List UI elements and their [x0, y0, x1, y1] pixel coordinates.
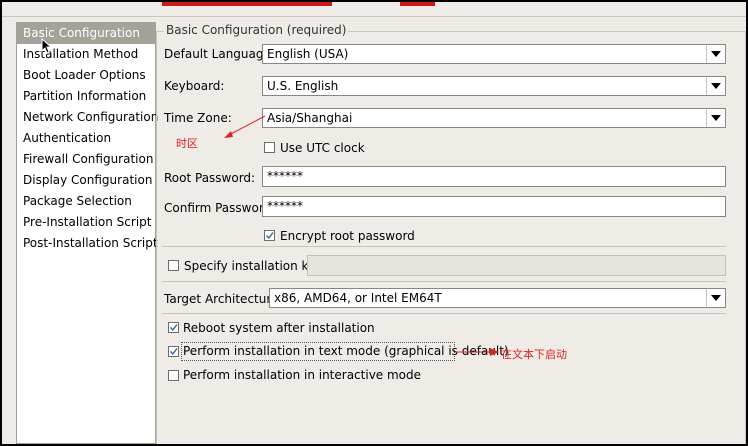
time-zone-value: Asia/Shanghai — [267, 111, 353, 125]
sidebar-item-authentication[interactable]: Authentication — [17, 128, 155, 149]
chevron-down-icon[interactable] — [706, 77, 725, 95]
specify-installation-key-checkbox[interactable] — [168, 260, 179, 271]
interactive-mode-label: Perform installation in interactive mode — [183, 368, 422, 382]
annotation-arrow-icon — [224, 115, 266, 138]
sidebar-item-boot-loader-options[interactable]: Boot Loader Options — [17, 65, 155, 86]
sidebar-item-partition-information[interactable]: Partition Information — [17, 86, 155, 107]
target-architecture-label: Target Architecture: — [164, 292, 283, 306]
sidebar-item-installation-method[interactable]: Installation Method — [17, 44, 155, 65]
interactive-mode-checkbox[interactable] — [168, 370, 179, 381]
root-password-field[interactable]: ****** — [262, 166, 726, 187]
confirm-password-value: ****** — [267, 199, 303, 213]
red-mark — [400, 2, 435, 6]
chevron-down-icon[interactable] — [706, 289, 725, 307]
chevron-down-icon[interactable] — [706, 109, 725, 127]
use-utc-checkbox[interactable] — [264, 142, 275, 153]
sidebar-item-basic-configuration[interactable]: Basic Configuration — [17, 23, 155, 44]
reboot-after-installation-checkbox[interactable] — [168, 322, 179, 333]
specify-installation-key-label: Specify installation key: — [184, 259, 326, 273]
group-title: Basic Configuration (required) — [164, 23, 349, 37]
text-mode-installation-checkbox[interactable] — [168, 346, 179, 357]
confirm-password-label: Confirm Password: — [164, 201, 276, 215]
encrypt-root-password-label: Encrypt root password — [280, 229, 415, 243]
separator — [162, 246, 726, 247]
sidebar-item-package-selection[interactable]: Package Selection — [17, 191, 155, 212]
installation-key-input[interactable] — [307, 255, 726, 276]
encrypt-root-password-checkbox[interactable] — [264, 230, 275, 241]
time-zone-select[interactable]: Asia/Shanghai — [262, 108, 726, 128]
red-mark — [162, 2, 332, 6]
chevron-down-icon[interactable] — [706, 45, 725, 63]
reboot-after-installation-label: Reboot system after installation — [183, 321, 375, 335]
root-password-value: ****** — [267, 169, 303, 183]
use-utc-label: Use UTC clock — [280, 141, 365, 155]
mouse-cursor-icon — [41, 38, 51, 54]
target-architecture-select[interactable]: x86, AMD64, or Intel EM64T — [269, 288, 726, 308]
sidebar-item-firewall-configuration[interactable]: Firewall Configuration — [17, 149, 155, 170]
default-language-select[interactable]: English (USA) — [262, 44, 726, 64]
keyboard-select[interactable]: U.S. English — [262, 76, 726, 96]
kickstart-window: Basic Configuration Installation Method … — [2, 2, 746, 444]
keyboard-value: U.S. English — [267, 79, 339, 93]
separator — [162, 281, 726, 282]
timezone-annotation: 时区 — [176, 137, 198, 150]
root-password-label: Root Password: — [164, 171, 256, 185]
category-list: Basic Configuration Installation Method … — [16, 22, 158, 444]
top-strip — [2, 2, 746, 17]
target-architecture-value: x86, AMD64, or Intel EM64T — [274, 291, 442, 305]
sidebar-item-pre-installation-script[interactable]: Pre-Installation Script — [17, 212, 155, 233]
basic-configuration-panel: Basic Configuration (required) Default L… — [156, 16, 746, 444]
separator — [162, 313, 726, 314]
sidebar-item-display-configuration[interactable]: Display Configuration — [17, 170, 155, 191]
keyboard-label: Keyboard: — [164, 79, 225, 93]
confirm-password-field[interactable]: ****** — [262, 196, 726, 217]
sidebar-item-post-installation-script[interactable]: Post-Installation Script — [17, 233, 158, 254]
textmode-annotation: 在文本下启动 — [501, 348, 567, 361]
annotation-arrow-icon — [455, 348, 499, 356]
sidebar-item-network-configuration[interactable]: Network Configuration — [17, 107, 158, 128]
default-language-value: English (USA) — [267, 47, 349, 61]
default-language-label: Default Language: — [164, 47, 275, 61]
